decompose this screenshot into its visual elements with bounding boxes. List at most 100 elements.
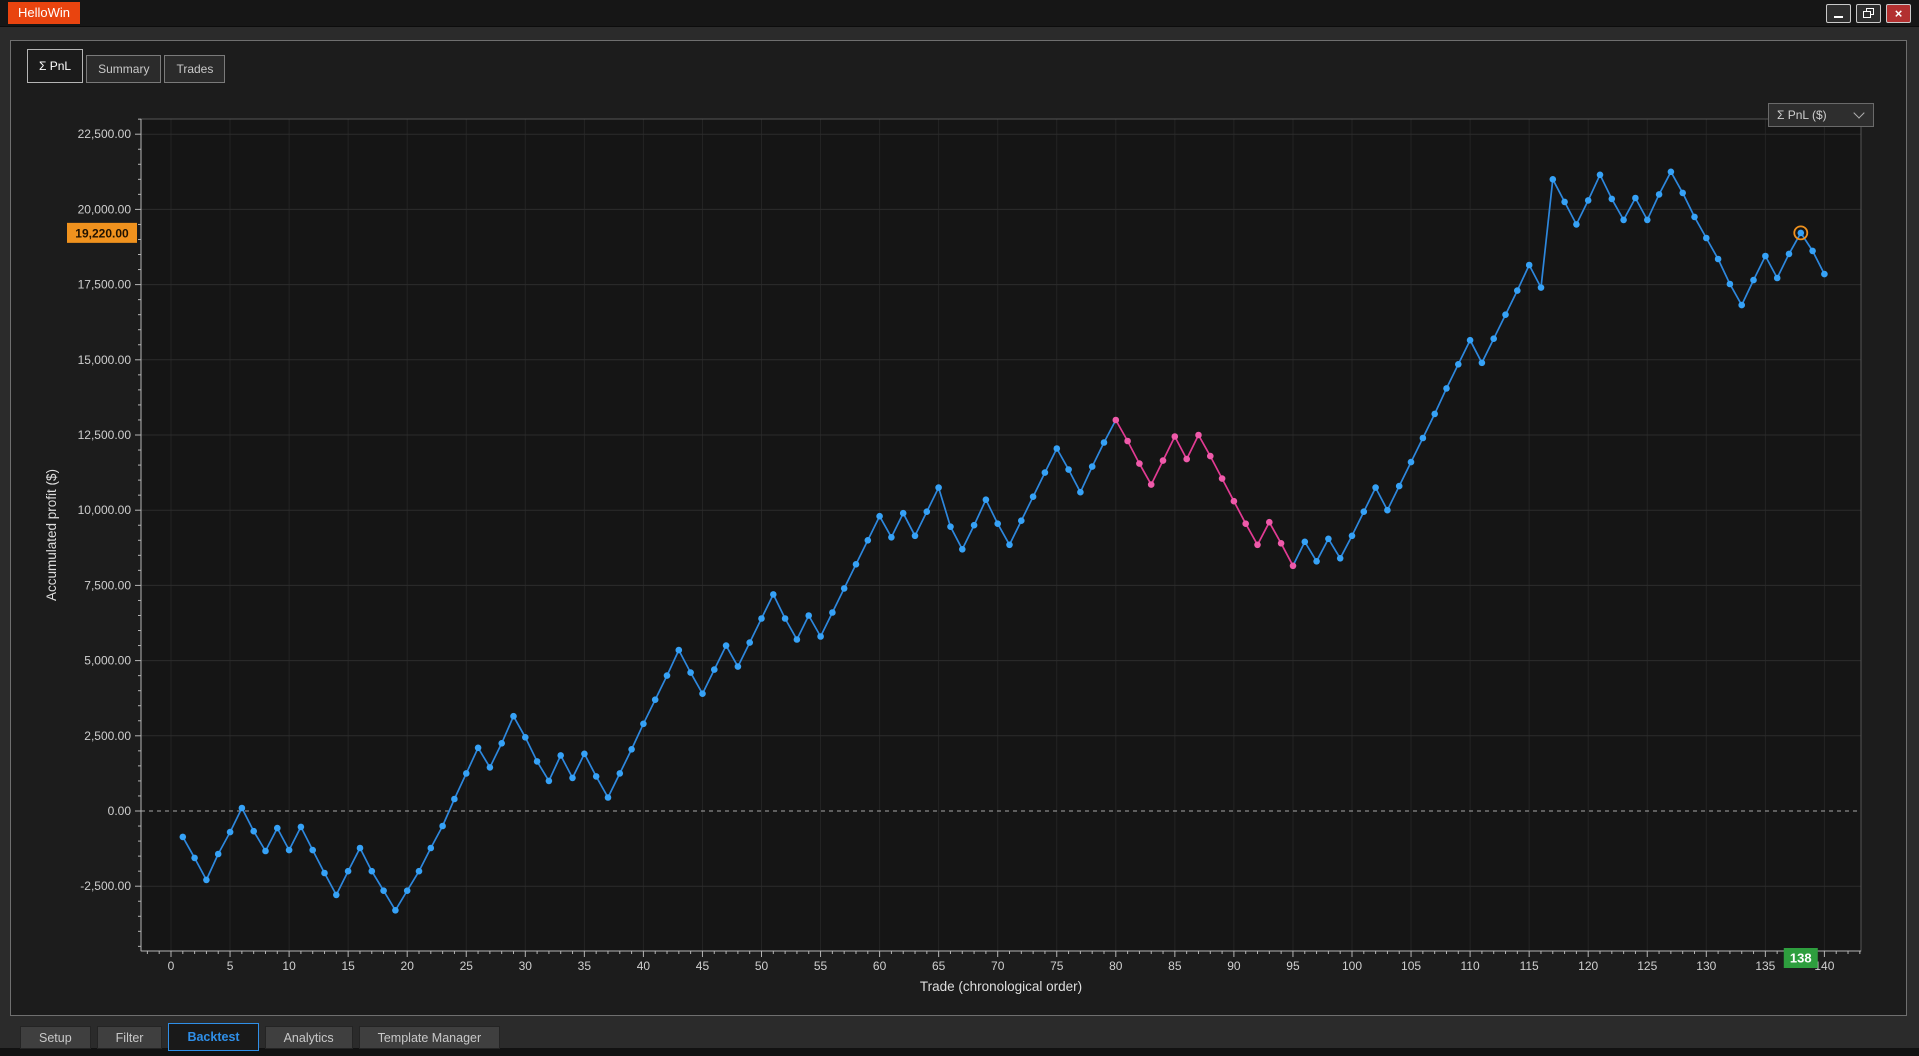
data-point[interactable] (1278, 540, 1285, 547)
data-point[interactable] (1219, 475, 1226, 482)
data-point[interactable] (1809, 248, 1816, 255)
tab-analytics[interactable]: Analytics (265, 1026, 353, 1049)
data-point[interactable] (593, 773, 600, 780)
data-point[interactable] (794, 636, 801, 643)
data-point[interactable] (321, 870, 328, 877)
data-point[interactable] (1054, 445, 1061, 452)
data-point[interactable] (758, 615, 765, 622)
data-point[interactable] (1798, 230, 1805, 237)
tab-backtest[interactable]: Backtest (168, 1023, 258, 1051)
data-point[interactable] (983, 496, 990, 503)
data-point[interactable] (1561, 199, 1568, 206)
data-point[interactable] (1514, 287, 1521, 294)
data-point[interactable] (924, 508, 931, 515)
data-point[interactable] (1620, 217, 1627, 224)
data-point[interactable] (1786, 251, 1793, 258)
data-point[interactable] (522, 734, 529, 741)
data-point[interactable] (1550, 176, 1557, 183)
data-point[interactable] (557, 752, 564, 759)
data-point[interactable] (1668, 169, 1675, 176)
tab-template-manager[interactable]: Template Manager (359, 1026, 501, 1049)
data-point[interactable] (1089, 463, 1096, 470)
data-point[interactable] (687, 669, 694, 676)
data-point[interactable] (735, 663, 742, 670)
data-point[interactable] (369, 868, 376, 875)
data-point[interactable] (180, 834, 187, 841)
data-point[interactable] (652, 696, 659, 703)
data-point[interactable] (510, 713, 517, 720)
data-point[interactable] (1148, 481, 1155, 488)
data-point[interactable] (865, 537, 872, 544)
data-point[interactable] (439, 823, 446, 830)
data-point[interactable] (404, 887, 411, 894)
data-point[interactable] (1538, 284, 1545, 291)
data-point[interactable] (298, 824, 305, 831)
data-point[interactable] (1183, 456, 1190, 463)
tab-setup[interactable]: Setup (20, 1026, 91, 1049)
data-point[interactable] (1337, 555, 1344, 562)
data-point[interactable] (1597, 172, 1604, 179)
data-point[interactable] (1266, 519, 1273, 526)
data-point[interactable] (1349, 533, 1356, 540)
tab-filter[interactable]: Filter (97, 1026, 163, 1049)
data-point[interactable] (723, 642, 730, 649)
data-point[interactable] (1774, 275, 1781, 282)
close-button[interactable]: × (1886, 4, 1911, 23)
data-point[interactable] (817, 633, 824, 640)
data-point[interactable] (345, 868, 352, 875)
data-point[interactable] (227, 829, 234, 836)
data-point[interactable] (994, 520, 1001, 527)
data-point[interactable] (274, 825, 281, 832)
pnl-chart[interactable]: -2,500.000.002,500.005,000.007,500.0010,… (11, 41, 1906, 1015)
data-point[interactable] (664, 672, 671, 679)
data-point[interactable] (1656, 191, 1663, 198)
data-point[interactable] (487, 764, 494, 771)
data-point[interactable] (912, 533, 919, 540)
data-point[interactable] (617, 770, 624, 777)
data-point[interactable] (1644, 217, 1651, 224)
data-point[interactable] (392, 907, 399, 914)
data-point[interactable] (1030, 493, 1037, 500)
data-point[interactable] (1372, 484, 1379, 491)
data-point[interactable] (286, 847, 293, 854)
data-point[interactable] (1609, 196, 1616, 203)
data-point[interactable] (1361, 508, 1368, 515)
data-point[interactable] (888, 534, 895, 541)
data-point[interactable] (1160, 457, 1167, 464)
data-point[interactable] (1502, 311, 1509, 318)
data-point[interactable] (699, 690, 706, 697)
data-point[interactable] (463, 770, 470, 777)
data-point[interactable] (605, 794, 612, 801)
data-point[interactable] (262, 848, 269, 855)
data-point[interactable] (569, 775, 576, 782)
data-point[interactable] (1065, 466, 1072, 473)
data-point[interactable] (215, 851, 222, 858)
data-point[interactable] (1679, 190, 1686, 197)
data-point[interactable] (309, 847, 316, 854)
data-point[interactable] (853, 561, 860, 568)
data-point[interactable] (498, 740, 505, 747)
data-point[interactable] (900, 510, 907, 517)
tab-pnl[interactable]: Σ PnL (27, 49, 83, 83)
data-point[interactable] (1526, 262, 1533, 269)
data-point[interactable] (1195, 432, 1202, 439)
data-point[interactable] (1384, 507, 1391, 514)
data-point[interactable] (841, 585, 848, 592)
data-point[interactable] (357, 845, 364, 852)
data-point[interactable] (534, 758, 541, 765)
tab-summary[interactable]: Summary (86, 55, 161, 83)
data-point[interactable] (1762, 253, 1769, 260)
data-point[interactable] (935, 484, 942, 491)
data-point[interactable] (1077, 489, 1084, 496)
data-point[interactable] (1727, 281, 1734, 288)
data-point[interactable] (628, 746, 635, 753)
data-point[interactable] (1431, 411, 1438, 418)
data-point[interactable] (1325, 536, 1332, 543)
data-point[interactable] (782, 615, 789, 622)
data-point[interactable] (1703, 235, 1710, 242)
data-point[interactable] (1467, 337, 1474, 344)
data-point[interactable] (1254, 542, 1261, 549)
data-point[interactable] (711, 666, 718, 673)
data-point[interactable] (1113, 417, 1120, 424)
data-point[interactable] (1290, 563, 1297, 570)
